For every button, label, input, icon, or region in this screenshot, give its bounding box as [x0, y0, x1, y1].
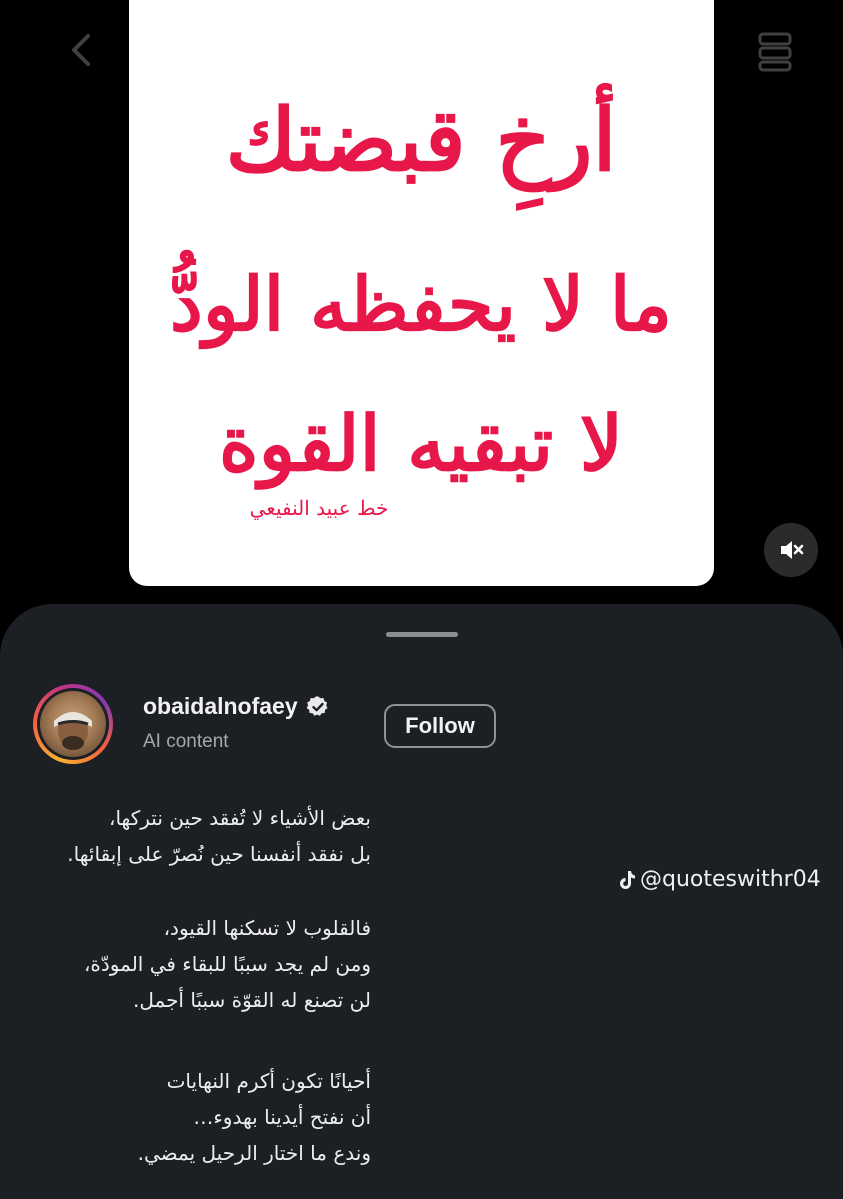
speaker-muted-icon: [781, 541, 804, 559]
calligraphy-line-1: أرخِ قبضتك: [226, 83, 617, 211]
caption-line: لن تصنع له القوّة سببًا أجمل.: [133, 988, 371, 1012]
username-row: obaidalnofaey: [143, 693, 330, 720]
caption-line: بعض الأشياء لا تُفقد حين نتركها،: [108, 806, 371, 830]
post-viewer-screen: أرخِ قبضتك ما لا يحفظه الودُّ لا تبقيه ا…: [0, 0, 843, 1199]
back-arrow-icon[interactable]: [62, 30, 102, 70]
tiktok-watermark: @quoteswithr04: [616, 867, 821, 892]
avatar-portrait: [54, 712, 92, 750]
avatar[interactable]: [40, 691, 106, 757]
verified-badge-icon: [306, 695, 328, 716]
caption-paragraph-2: فالقلوب لا تسكنها القيود، ومن لم يجد سبب…: [0, 910, 371, 1018]
calligraphy-line-2: ما لا يحفظه الودُّ: [170, 249, 672, 350]
caption-line: أن نفتح أيدينا بهدوء…: [193, 1105, 371, 1129]
post-details-sheet: obaidalnofaey AI content Follow بعض الأش…: [0, 604, 843, 1199]
drag-handle[interactable]: [386, 632, 458, 637]
story-ring[interactable]: [33, 684, 113, 764]
caption-line: أحيانًا تكون أكرم النهايات: [166, 1069, 371, 1093]
tiktok-icon: [620, 870, 635, 889]
username[interactable]: obaidalnofaey: [143, 693, 298, 720]
caption-line: وندع ما اختار الرحيل يمضي.: [137, 1141, 371, 1165]
mute-button[interactable]: [764, 523, 818, 577]
caption-line: ومن لم يجد سببًا للبقاء في المودّة،: [83, 952, 371, 976]
watermark-handle: @quoteswithr04: [640, 867, 821, 892]
caption-paragraph-3: أحيانًا تكون أكرم النهايات أن نفتح أيدين…: [0, 1063, 371, 1171]
calligraphy-line-3: لا تبقيه القوة: [219, 399, 623, 490]
caption-paragraph-1: بعض الأشياء لا تُفقد حين نتركها، بل نفقد…: [0, 800, 371, 872]
layers-icon[interactable]: [752, 28, 798, 74]
ai-content-label[interactable]: AI content: [143, 731, 229, 753]
calligrapher-signature: خط عبيد النفيعي: [250, 496, 389, 520]
caption-line: فالقلوب لا تسكنها القيود،: [163, 916, 371, 940]
post-image[interactable]: أرخِ قبضتك ما لا يحفظه الودُّ لا تبقيه ا…: [129, 0, 714, 586]
caption-line: بل نفقد أنفسنا حين نُصرّ على إبقائها.: [67, 842, 371, 866]
follow-button[interactable]: Follow: [384, 704, 496, 748]
calligraphy-artwork: أرخِ قبضتك ما لا يحفظه الودُّ لا تبقيه ا…: [170, 83, 672, 520]
